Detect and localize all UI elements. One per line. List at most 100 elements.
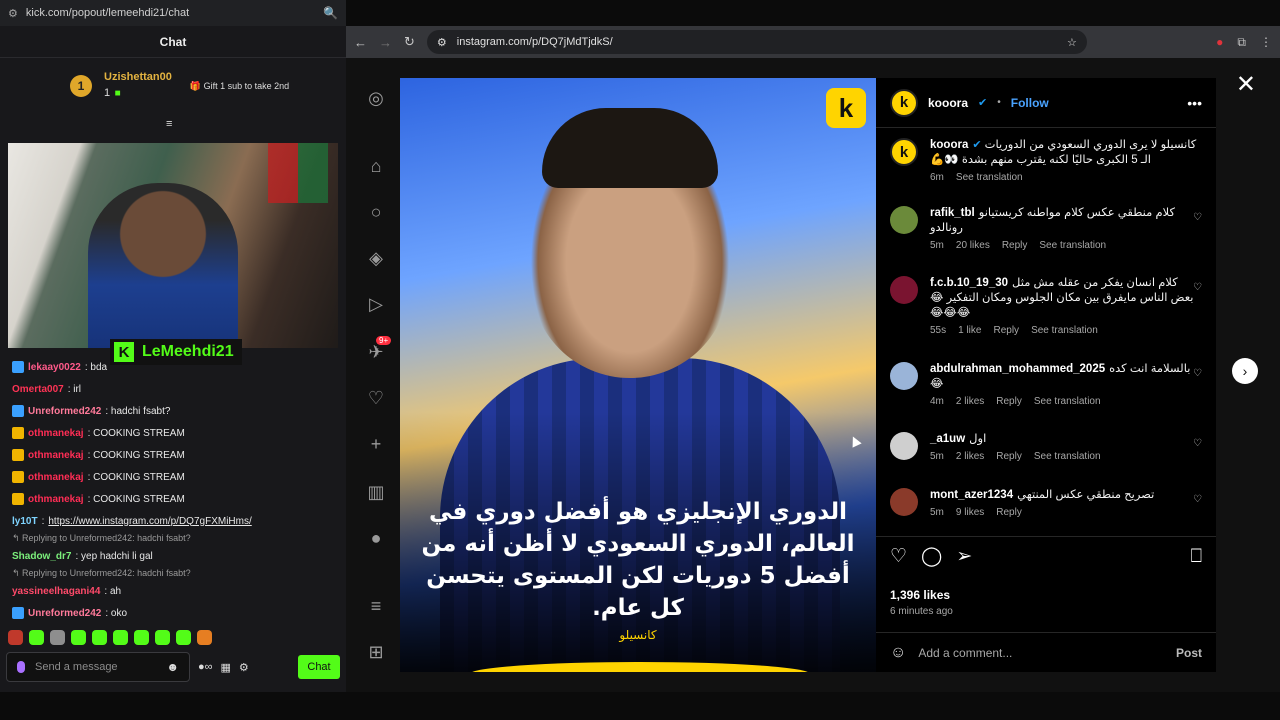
reply-button[interactable]: Reply [996,396,1022,407]
account-avatar[interactable]: k [890,88,918,117]
comment-icon[interactable]: ◯ [921,545,942,568]
comment-avatar[interactable] [890,276,918,304]
comment-likes[interactable]: 2 likes [956,451,984,462]
chat-username[interactable]: othmanekaj [28,450,84,461]
reply-button[interactable]: Reply [1002,240,1028,251]
chat-username[interactable]: othmanekaj [28,428,84,439]
emote[interactable] [50,630,65,645]
forward-icon[interactable]: → [379,35,392,50]
comment-user[interactable]: f.c.b.10_19_30 [930,277,1008,289]
points-icon[interactable]: ●∞ [198,661,213,673]
caption-avatar[interactable]: k [890,138,918,166]
emoji-icon[interactable]: ☺ [890,644,906,662]
see-translation[interactable]: See translation [1031,325,1098,336]
reels-icon[interactable]: ▷ [366,294,386,314]
chat-username[interactable]: Shadow_dr7 [12,551,71,562]
extensions-icon[interactable]: ⧉ [1237,35,1246,50]
site-info-icon[interactable]: ⚙ [437,36,447,49]
reply-button[interactable]: Reply [996,451,1022,462]
reload-icon[interactable]: ↻ [404,34,415,50]
comment-like-icon[interactable]: ♡ [1193,212,1202,223]
share-icon[interactable]: ➢ [956,545,972,568]
comment-like-icon[interactable]: ♡ [1193,282,1202,293]
comment-user[interactable]: rafik_tbl [930,207,975,219]
emote[interactable] [71,630,86,645]
settings-icon[interactable]: ⚙ [239,661,249,674]
store-icon[interactable]: ▦ [221,661,231,674]
top-gifter-name[interactable]: Uzishettan00 [104,71,172,83]
emoji-icon[interactable]: ☻ [166,660,179,674]
chat-username[interactable]: Omerta007 [12,384,64,395]
chat-send-button[interactable]: Chat [298,655,340,679]
address-bar[interactable]: ⚙ instagram.com/p/DQ7jMdTjdkS/ ☆ [426,30,1087,54]
messages-icon[interactable]: ✈ [366,342,386,362]
dashboard-icon[interactable]: ▥ [366,482,386,502]
more-menu-icon[interactable]: ≡ [366,596,386,616]
see-translation[interactable]: See translation [1034,451,1101,462]
chat-username[interactable]: ly10T [12,516,38,527]
account-name[interactable]: kooora [928,96,968,110]
emote[interactable] [92,630,107,645]
emote[interactable] [155,630,170,645]
chat-username[interactable]: yassineelhagani44 [12,586,100,597]
add-comment-input[interactable]: Add a comment... [918,646,1012,660]
search-icon[interactable]: ○ [366,202,386,222]
comment-like-icon[interactable]: ♡ [1193,494,1202,505]
comment-avatar[interactable] [890,488,918,516]
menu-icon[interactable]: ⋮ [1260,35,1272,49]
reply-button[interactable]: Reply [996,507,1022,518]
comment-likes[interactable]: 2 likes [956,396,984,407]
follow-button[interactable]: Follow [1011,96,1049,110]
bookmark-star-icon[interactable]: ☆ [1067,36,1077,49]
mic-icon[interactable] [17,661,25,673]
post-comment-button[interactable]: Post [1176,646,1202,660]
home-icon[interactable]: ⌂ [366,156,386,176]
caption-see-translation[interactable]: See translation [956,172,1023,183]
like-icon[interactable]: ♡ [890,545,907,568]
comment-user[interactable]: mont_azer1234 [930,489,1013,501]
notifications-icon[interactable]: ♡ [366,388,386,408]
comment-likes[interactable]: 9 likes [956,507,984,518]
emote[interactable] [29,630,44,645]
see-translation[interactable]: See translation [1034,396,1101,407]
reply-button[interactable]: Reply [993,325,1019,336]
send-message-input[interactable]: Send a message ☻ [6,652,190,682]
chat-username[interactable]: lekaay0022 [28,362,81,373]
explore-icon[interactable]: ◈ [366,248,386,268]
comment-avatar[interactable] [890,362,918,390]
more-options-icon[interactable]: ••• [1187,95,1202,111]
next-post-icon[interactable]: › [1232,358,1258,384]
likes-count[interactable]: 1,396 likes [890,588,950,602]
chat-username[interactable]: othmanekaj [28,472,84,483]
profile-avatar[interactable]: ● [366,528,386,548]
instagram-logo-icon[interactable]: ◎ [366,88,386,108]
emote[interactable] [113,630,128,645]
chat-username[interactable]: othmanekaj [28,494,84,505]
back-icon[interactable]: ← [354,35,367,50]
emote[interactable] [176,630,191,645]
comment-avatar[interactable] [890,206,918,234]
create-icon[interactable]: + [366,434,386,454]
caption-user[interactable]: kooora [930,139,968,151]
extension-icon[interactable]: ● [1216,35,1223,49]
filter-icon[interactable]: ≡ [166,118,172,130]
comment-like-icon[interactable]: ♡ [1193,438,1202,449]
gift-sub-cta[interactable]: 🎁 Gift 1 sub to take 2nd [190,81,289,92]
comment-likes[interactable]: 1 like [958,325,981,336]
comment-user[interactable]: abdulrahman_mohammed_2025 [930,363,1105,375]
save-icon[interactable]: ⎕ [1191,546,1202,568]
zoom-icon[interactable]: 🔍 [323,6,338,20]
emote[interactable] [8,630,23,645]
site-info-icon[interactable]: ⚙ [8,7,18,20]
chat-username[interactable]: Unreformed242 [28,406,101,417]
emote[interactable] [134,630,149,645]
also-from-meta-icon[interactable]: ⊞ [366,642,386,662]
comment-likes[interactable]: 20 likes [956,240,990,251]
comment-avatar[interactable] [890,432,918,460]
emote[interactable] [197,630,212,645]
see-translation[interactable]: See translation [1039,240,1106,251]
chat-username[interactable]: Unreformed242 [28,608,101,619]
close-icon[interactable]: ✕ [1236,70,1256,99]
comment-user[interactable]: _a1uw [930,433,965,445]
chat-link[interactable]: https://www.instagram.com/p/DQ7gFXMiHms/ [48,516,251,527]
